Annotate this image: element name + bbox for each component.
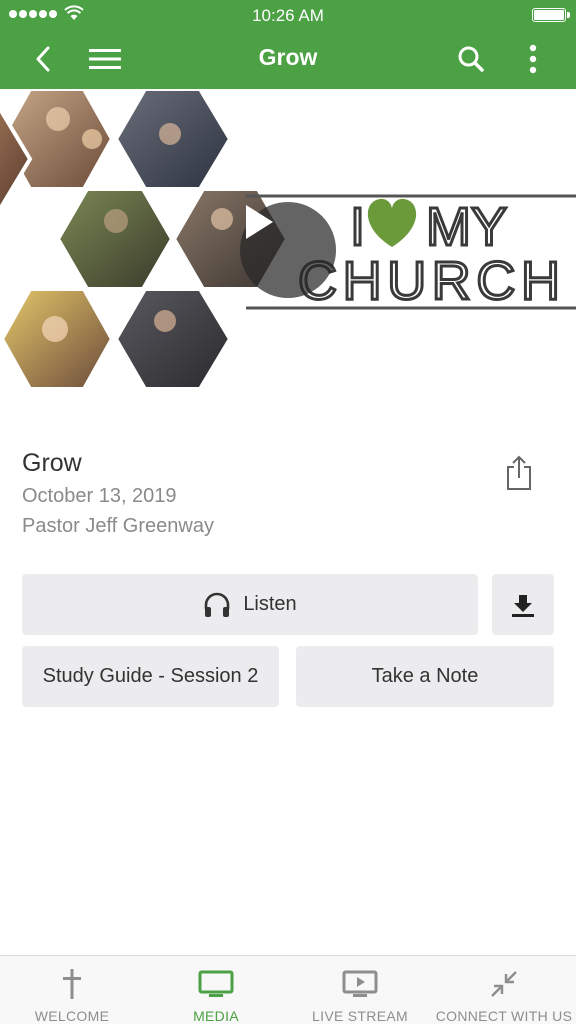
logo-text-my: MY (426, 197, 507, 257)
headphones-icon (205, 592, 230, 617)
tab-label: MEDIA (193, 1008, 239, 1024)
status-bar: 10:26 AM (0, 0, 576, 30)
share-icon (507, 455, 531, 490)
listen-button[interactable]: Listen (22, 574, 478, 635)
tab-welcome[interactable]: WELCOME (0, 956, 144, 1024)
share-button[interactable] (496, 450, 542, 496)
app-bar: Grow (0, 30, 576, 89)
more-vertical-icon (529, 44, 537, 74)
play-icon (246, 205, 273, 239)
bottom-tab-bar: WELCOME MEDIA LIVE STREAM CONNECT WITH U… (0, 955, 576, 1024)
tab-media[interactable]: MEDIA (144, 956, 288, 1024)
tab-label: WELCOME (34, 1008, 110, 1024)
tab-connect-with-us[interactable]: CONNECT WITH US (432, 956, 576, 1024)
battery-icon (532, 8, 570, 22)
logo-text-church: CHURCH (298, 251, 560, 311)
tab-live-stream[interactable]: LIVE STREAM (288, 956, 432, 1024)
download-icon (512, 594, 534, 617)
sermon-title: Grow (22, 449, 82, 477)
heart-icon (367, 198, 417, 247)
sermon-date: October 13, 2019 (22, 485, 177, 507)
status-time: 10:26 AM (252, 6, 324, 25)
sermon-artwork[interactable]: I MY CHURCH (0, 89, 576, 413)
play-screen-icon (342, 970, 378, 997)
play-video-button[interactable] (240, 202, 336, 298)
more-options-button[interactable] (510, 36, 556, 82)
tab-label: CONNECT WITH US (435, 1008, 573, 1024)
download-button[interactable] (492, 574, 554, 635)
study-guide-button[interactable]: Study Guide - Session 2 (22, 646, 279, 707)
cross-icon (63, 969, 81, 999)
take-note-button[interactable]: Take a Note (296, 646, 554, 707)
search-icon (458, 46, 484, 72)
search-button[interactable] (448, 36, 494, 82)
sermon-speaker: Pastor Jeff Greenway (22, 515, 214, 537)
logo-letter-i: I (350, 197, 365, 257)
top-bar: 10:26 AM Grow (0, 0, 576, 89)
sermon-info: Grow October 13, 2019 Pastor Jeff Greenw… (22, 446, 554, 541)
monitor-icon (198, 970, 234, 997)
arrows-collapse-icon (491, 971, 517, 997)
listen-label: Listen (243, 593, 297, 615)
tab-label: LIVE STREAM (312, 1008, 408, 1024)
